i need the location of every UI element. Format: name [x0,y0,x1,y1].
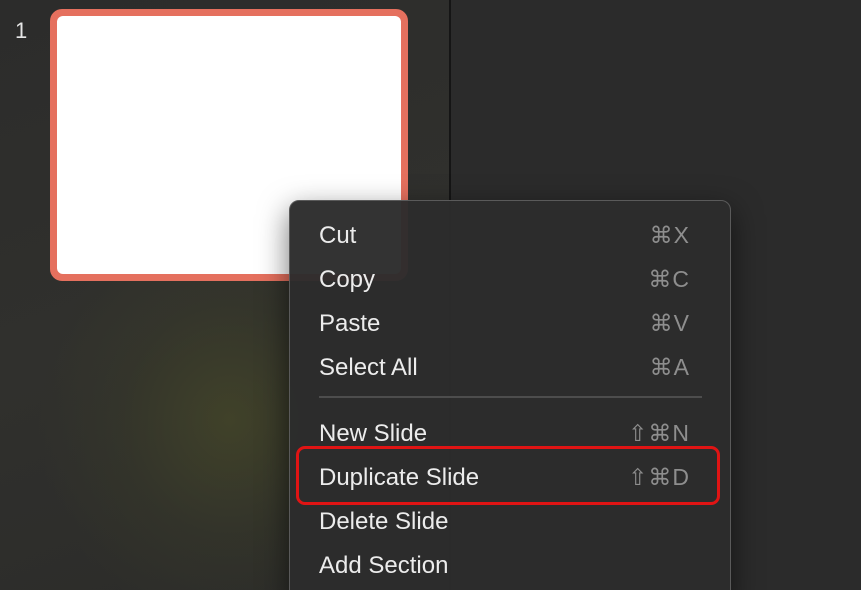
menu-item-label: Delete Slide [319,508,449,535]
menu-item-label: Copy [319,266,376,293]
menu-item-select-all[interactable]: Select All ⌘A [300,346,720,386]
menu-item-label: New Slide [319,420,428,447]
menu-item-label: Cut [319,222,357,249]
menu-item-label: Select All [319,354,418,381]
menu-item-label: Add Section [319,552,449,579]
menu-separator [319,396,702,398]
menu-item-shortcut: ⌘X [649,222,690,248]
menu-item-delete-slide[interactable]: Delete Slide [300,500,720,540]
menu-item-shortcut: ⌘A [649,354,690,380]
highlight-annotation [296,446,720,505]
context-menu: Cut ⌘X Copy ⌘C Paste ⌘V Select All ⌘A Ne… [289,200,731,590]
menu-item-shortcut: ⌘V [649,310,690,336]
menu-item-copy[interactable]: Copy ⌘C [300,258,720,298]
menu-item-cut[interactable]: Cut ⌘X [300,214,720,254]
menu-item-paste[interactable]: Paste ⌘V [300,302,720,342]
slide-number: 1 [15,18,28,43]
menu-item-shortcut: ⌘C [648,266,690,292]
menu-item-shortcut: ⇧⌘N [628,420,690,446]
menu-item-add-section[interactable]: Add Section [300,544,720,584]
menu-item-label: Paste [319,310,381,337]
